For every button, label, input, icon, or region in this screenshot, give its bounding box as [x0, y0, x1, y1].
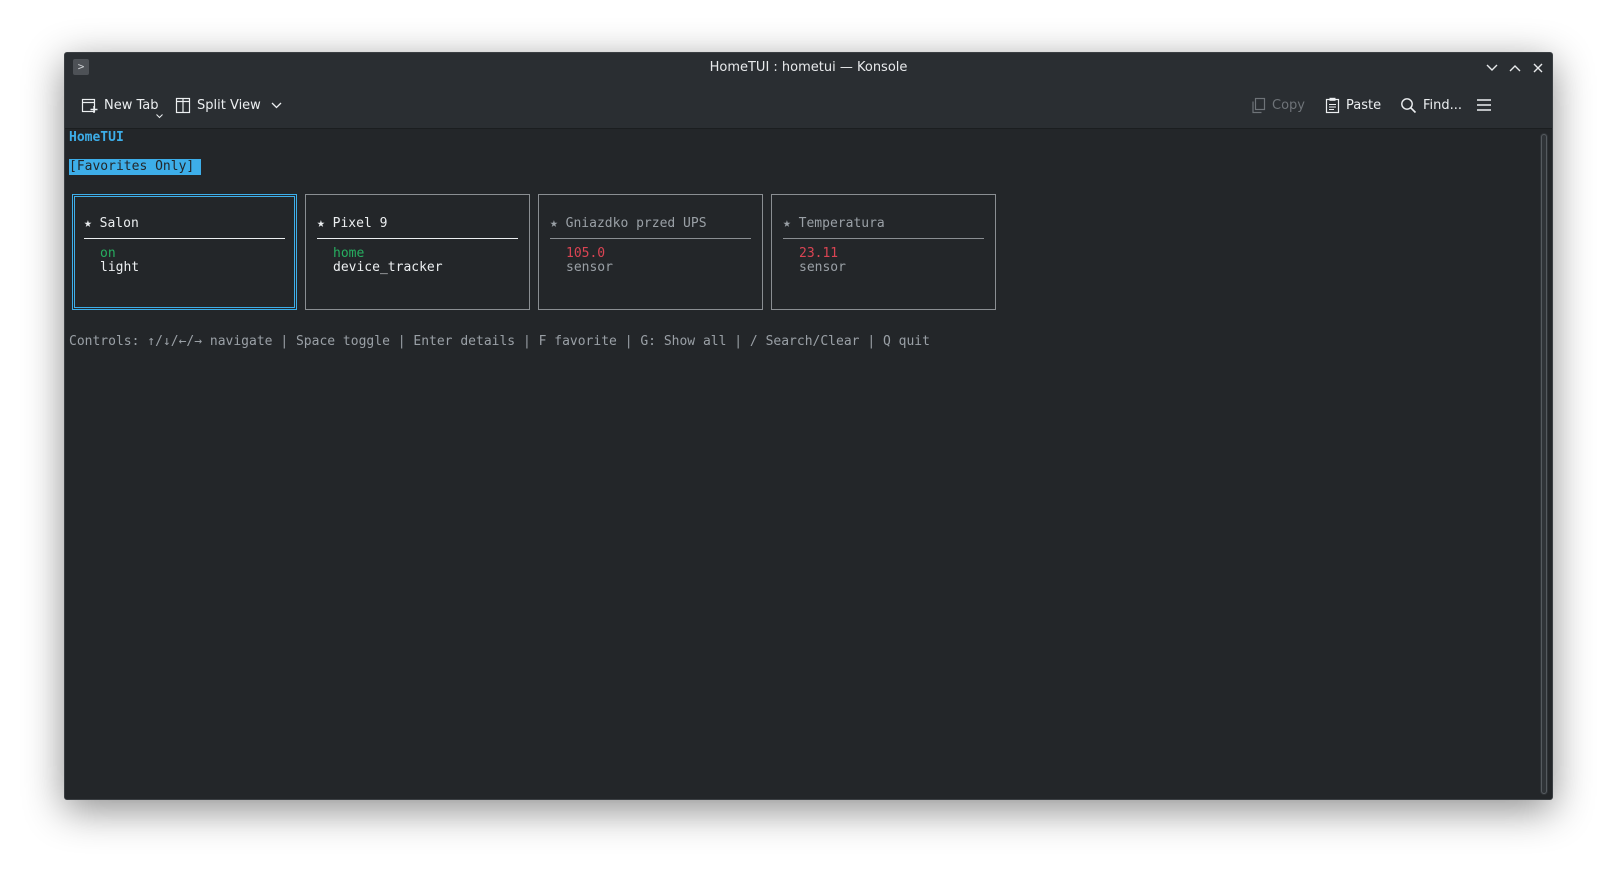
toolbar: New Tab Split View Copy Paste Find...	[65, 83, 1552, 129]
split-view-button[interactable]: Split View	[175, 92, 282, 118]
new-tab-label: New Tab	[104, 97, 159, 113]
entity-card-gniazdko[interactable]: ★ Gniazdko przed UPS 105.0 sensor	[538, 194, 763, 310]
entity-card-salon[interactable]: ★ Salon on light	[72, 194, 297, 310]
card-state: on	[100, 246, 116, 261]
card-divider	[84, 238, 285, 239]
chevron-up-icon	[1509, 65, 1521, 72]
card-title: ★ Pixel 9	[317, 216, 388, 231]
minimize-button[interactable]	[1482, 58, 1502, 78]
find-button[interactable]: Find...	[1400, 92, 1462, 118]
split-view-label: Split View	[197, 97, 261, 113]
scrollbar-thumb[interactable]	[1541, 134, 1547, 794]
search-icon	[1401, 97, 1417, 113]
scrollbar[interactable]	[1540, 133, 1548, 795]
card-state: 23.11	[799, 246, 839, 261]
terminal-area[interactable]: HomeTUI [Favorites Only] ★ Salon on ligh…	[65, 129, 1552, 799]
chevron-down-icon	[155, 114, 163, 119]
card-type: sensor	[566, 260, 613, 275]
card-title: ★ Salon	[84, 216, 139, 231]
controls-help: Controls: ↑/↓/←/→ navigate | Space toggl…	[69, 334, 930, 349]
hamburger-menu-button[interactable]	[1476, 92, 1492, 118]
entity-card-temperatura[interactable]: ★ Temperatura 23.11 sensor	[771, 194, 996, 310]
card-divider	[317, 238, 518, 239]
hamburger-menu-icon	[1477, 99, 1491, 111]
card-divider	[550, 238, 751, 239]
split-view-icon	[175, 97, 191, 113]
konsole-window: > HomeTUI : hometui — Konsole New Tab Sp…	[64, 52, 1553, 800]
clipboard-icon	[1325, 97, 1340, 113]
find-label: Find...	[1423, 97, 1463, 113]
new-tab-button[interactable]: New Tab	[81, 92, 163, 119]
card-state: 105.0	[566, 246, 606, 261]
window-title: HomeTUI : hometui — Konsole	[709, 60, 908, 75]
card-type: light	[100, 260, 140, 275]
app-title: HomeTUI	[69, 130, 124, 145]
chevron-down-icon	[1486, 64, 1498, 71]
card-divider	[783, 238, 984, 239]
card-title: ★ Gniazdko przed UPS	[550, 216, 707, 231]
card-title: ★ Temperatura	[783, 216, 885, 231]
copy-icon	[1252, 97, 1266, 113]
paste-label: Paste	[1346, 97, 1382, 113]
new-tab-icon	[81, 98, 98, 113]
copy-button[interactable]: Copy	[1251, 92, 1305, 118]
close-button[interactable]	[1528, 58, 1548, 78]
filter-badge: [Favorites Only]	[69, 159, 202, 175]
copy-label: Copy	[1272, 97, 1305, 113]
title-bar[interactable]: > HomeTUI : hometui — Konsole	[65, 53, 1552, 83]
card-type: sensor	[799, 260, 846, 275]
close-icon	[1533, 63, 1543, 73]
entity-card-pixel-9[interactable]: ★ Pixel 9 home device_tracker	[305, 194, 530, 310]
paste-button[interactable]: Paste	[1325, 92, 1381, 118]
chevron-down-icon	[271, 102, 282, 108]
maximize-button[interactable]	[1505, 58, 1525, 78]
card-type: device_tracker	[333, 260, 443, 275]
card-state: home	[333, 246, 365, 261]
